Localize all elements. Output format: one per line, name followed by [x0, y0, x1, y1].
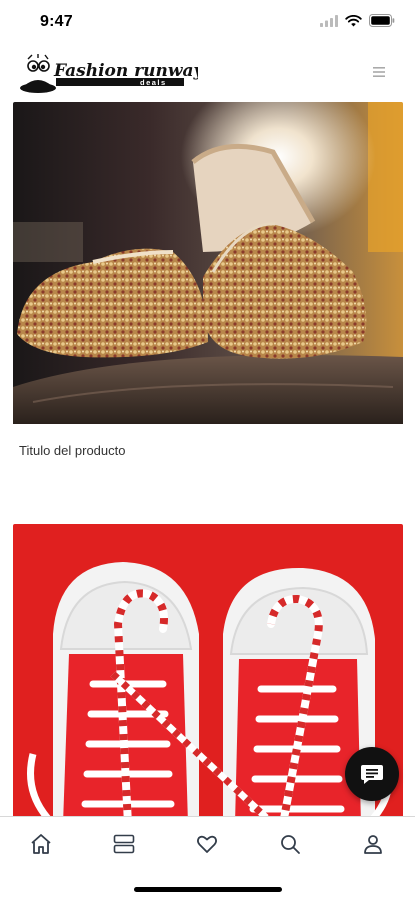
brand-logo[interactable]: Fashion runway deals	[18, 52, 204, 96]
status-bar: 9:47	[0, 0, 415, 46]
status-icons	[320, 14, 395, 27]
status-time: 9:47	[40, 13, 73, 30]
bottom-nav	[0, 816, 415, 900]
logo-subtext: deals	[140, 78, 167, 87]
chat-icon	[361, 765, 383, 784]
battery-icon	[369, 14, 395, 27]
nav-home[interactable]	[28, 831, 54, 857]
product-card[interactable]: Titulo del producto	[13, 102, 403, 458]
product-feed[interactable]: Titulo del producto	[0, 102, 415, 816]
user-icon	[364, 835, 382, 854]
home-indicator	[134, 887, 282, 892]
wifi-icon	[345, 14, 362, 27]
hamburger-icon	[373, 67, 385, 77]
logo-text: Fashion runway	[53, 61, 198, 81]
heart-icon	[196, 835, 218, 853]
nav-catalog[interactable]	[111, 831, 137, 857]
app-header: Fashion runway deals	[0, 46, 415, 102]
signal-icon	[320, 14, 338, 27]
search-icon	[281, 835, 300, 854]
nav-profile[interactable]	[360, 831, 386, 857]
product-title[interactable]: Titulo del producto	[19, 443, 403, 458]
nav-search[interactable]	[277, 831, 303, 857]
product-image[interactable]	[13, 102, 403, 429]
home-icon	[31, 834, 51, 854]
menu-button[interactable]	[371, 64, 387, 80]
chat-button[interactable]	[345, 747, 399, 801]
catalog-icon	[113, 834, 135, 854]
nav-favorites[interactable]	[194, 831, 220, 857]
